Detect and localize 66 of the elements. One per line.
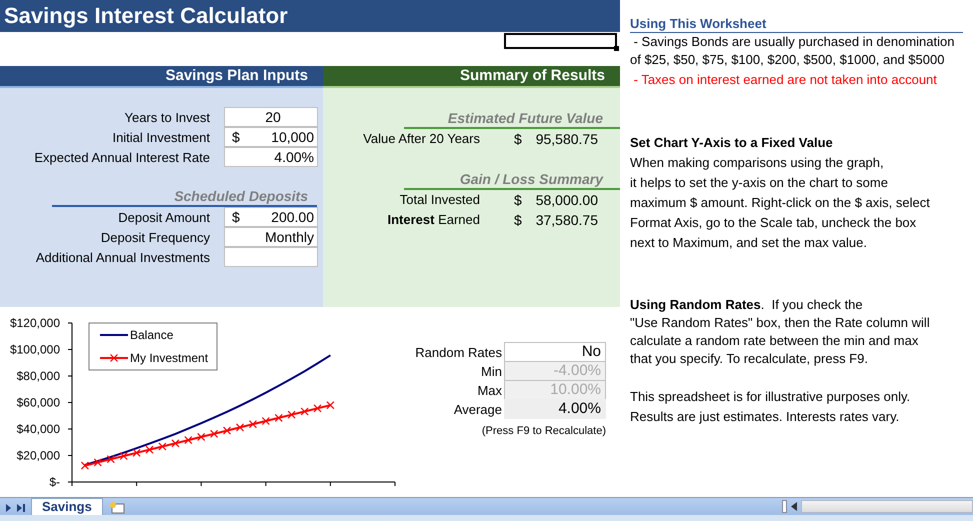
legend-label: My Investment	[130, 351, 208, 365]
field-label: Max	[476, 382, 503, 400]
sheet-title: Savings Interest Calculator	[0, 0, 620, 32]
hint-text: (Press F9 to Recalculate)	[480, 425, 606, 437]
tip-text: "Use Random Rates" box, then the Rate column will	[630, 314, 931, 332]
input-cell[interactable]: $ 10,000	[224, 127, 318, 147]
input-cell[interactable]: Monthly	[224, 227, 318, 247]
tip-text: This spreadsheet is for illustrative purposes only.	[630, 388, 912, 406]
field-label: Min	[480, 363, 503, 381]
y-tick-label: $120,000	[10, 316, 60, 330]
tip-text: When making comparisons using the graph,	[630, 154, 885, 172]
split-handle[interactable]	[782, 500, 787, 513]
result-label: Interest Earned	[386, 211, 480, 229]
tip-text: Using Random Rates. If you check the	[630, 296, 864, 314]
result-label: Total Invested	[398, 191, 480, 209]
scroll-left-icon[interactable]	[791, 502, 797, 511]
section-header: Savings Plan Inputs	[0, 66, 323, 88]
field-label: Expected Annual Interest Rate	[33, 149, 210, 167]
field-label: Random Rates	[415, 344, 503, 362]
legend-swatch-icon	[100, 354, 128, 362]
scrollbar-track[interactable]	[801, 500, 973, 513]
input-cell[interactable]: $ 200.00	[224, 207, 318, 227]
result-value: 4.00%	[504, 399, 606, 419]
section-heading: Gain / Loss Summary	[404, 171, 620, 190]
section-header: Summary of Results	[323, 66, 620, 88]
y-tick-label: $-	[49, 475, 60, 489]
field-label: Years to Invest	[123, 109, 210, 127]
y-tick-label: $20,000	[16, 448, 60, 462]
y-tick-label: $60,000	[16, 396, 60, 410]
y-tick-label: $40,000	[16, 422, 60, 436]
tip-text: calculate a random rate between the min and max	[630, 332, 920, 350]
note-text: - Savings Bonds are usually purchased in denomination	[632, 33, 956, 51]
field-label: Average	[452, 401, 503, 419]
sheet-tab[interactable]: Savings	[31, 498, 103, 515]
currency-sign: $	[513, 191, 523, 210]
result-value: 95,580.75	[534, 130, 598, 149]
legend-label: Balance	[130, 328, 174, 342]
field-label: Deposit Frequency	[100, 229, 210, 247]
result-value: 37,580.75	[534, 211, 598, 230]
tip-text: Results are just estimates. Interests rates vary.	[630, 408, 900, 426]
currency-sign: $	[513, 130, 523, 149]
field-label: Initial Investment	[111, 129, 210, 147]
y-tick-label: $80,000	[16, 369, 60, 383]
tip-text: that you specify. To recalculate, press F9.	[630, 350, 869, 368]
note-text: - Taxes on interest earned are not taken into account	[632, 71, 938, 89]
field-label: Deposit Amount	[117, 209, 210, 227]
new-sheet-icon[interactable]	[108, 500, 125, 514]
section-heading: Estimated Future Value	[404, 110, 620, 129]
input-cell[interactable]	[224, 247, 318, 267]
next-sheet-icon[interactable]	[6, 504, 11, 512]
last-sheet-icon[interactable]	[17, 504, 25, 512]
notes-heading: Using This Worksheet	[630, 16, 963, 33]
tip-text: Format Axis, go to the Scale tab, uncheck the box	[630, 214, 918, 232]
tip-text: maximum $ amount. Right-click on the $ axis, select	[630, 194, 931, 212]
tip-title: Set Chart Y-Axis to a Fixed Value	[630, 134, 834, 152]
currency-sign: $	[513, 211, 523, 230]
y-tick-label: $100,000	[10, 342, 60, 356]
field-label: Additional Annual Investments	[34, 249, 210, 267]
input-cell[interactable]: 20	[224, 107, 318, 127]
tip-text: next to Maximum, and set the max value.	[630, 234, 868, 252]
tip-text: it helps to set the y-axis on the chart to some	[630, 174, 889, 192]
input-cell[interactable]: 4.00%	[224, 147, 318, 167]
result-value: 58,000.00	[534, 191, 598, 210]
result-label: Value After 20 Years	[362, 130, 480, 148]
note-text: of $25, $50, $75, $100, $200, $500, $1000, and $5000	[630, 51, 946, 69]
input-cell[interactable]: No	[504, 342, 606, 362]
